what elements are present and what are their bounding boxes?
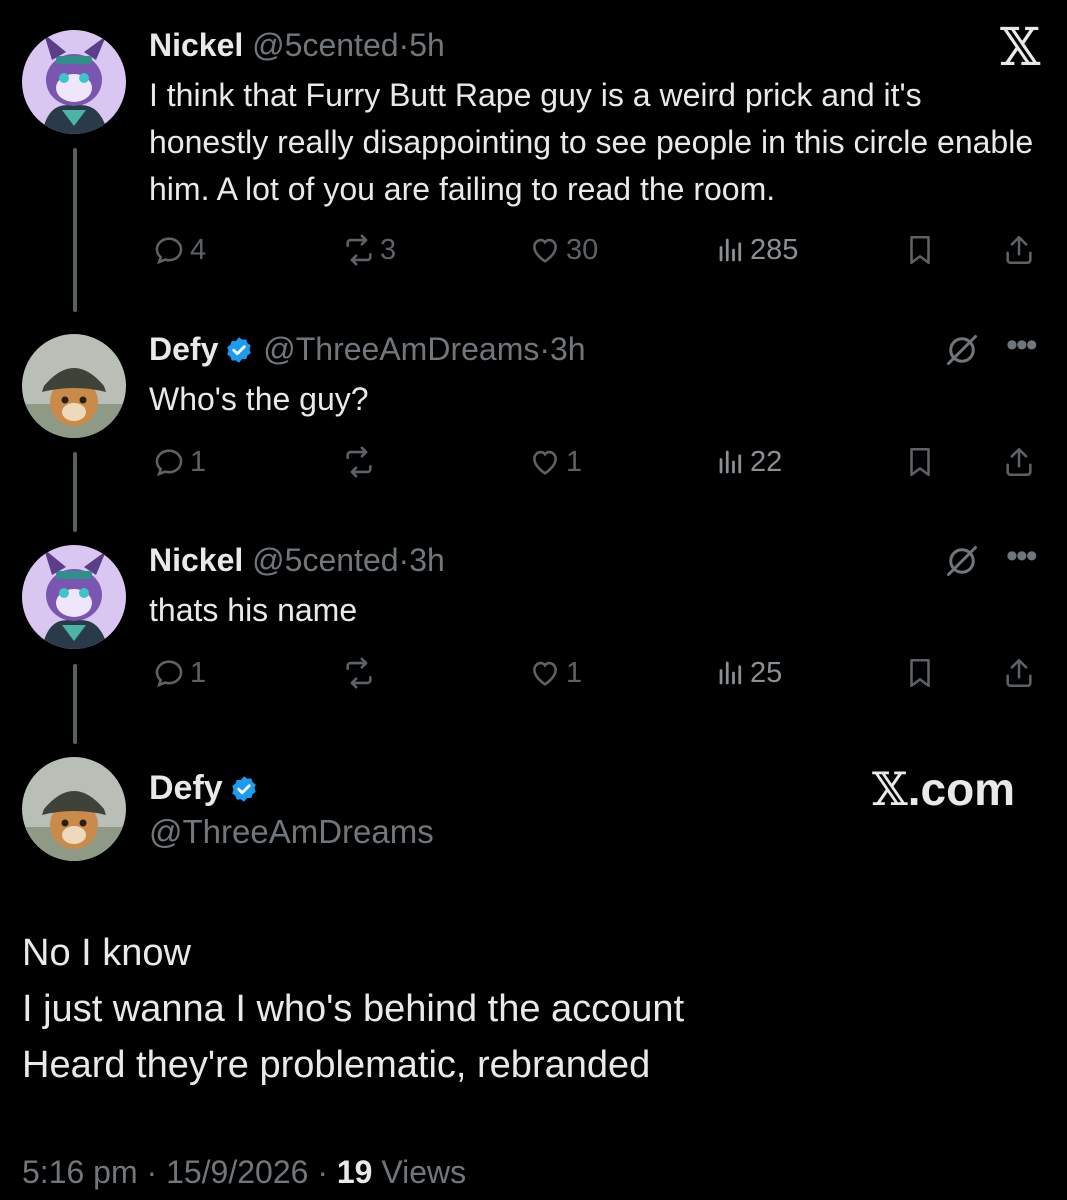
author-handle[interactable]: @5cented — [252, 542, 398, 578]
avatar[interactable] — [22, 30, 126, 134]
tweet-metadata: 5:16 pm · 15/9/2026 · 19 Views — [22, 1152, 466, 1192]
reply-count: 4 — [190, 233, 207, 266]
main-author-handle[interactable]: @ThreeAmDreams — [149, 812, 434, 852]
post-time[interactable]: 5:16 pm — [22, 1154, 138, 1190]
more-options-icon[interactable]: ••• — [1006, 539, 1038, 573]
reply-icon — [155, 237, 183, 265]
tweet-line: I just wanna I who's behind the account — [22, 988, 685, 1030]
like-button[interactable]: 1 — [528, 653, 582, 693]
heart-icon — [533, 450, 557, 475]
author-name[interactable]: Nickel — [149, 542, 243, 578]
cat-avatar-image — [22, 334, 126, 438]
cat-avatar-image — [22, 757, 126, 861]
separator: · — [398, 27, 410, 63]
furry-avatar-image — [22, 30, 126, 134]
reply-button[interactable]: 1 — [152, 653, 206, 693]
avatar[interactable] — [22, 334, 126, 438]
like-button[interactable]: 30 — [528, 230, 598, 270]
thread-line — [73, 148, 77, 312]
thread-line — [73, 452, 77, 532]
view-count: 22 — [750, 445, 783, 478]
share-icon — [1006, 658, 1032, 688]
main-author-name[interactable]: Defy — [149, 768, 259, 808]
share-button[interactable] — [1002, 230, 1036, 270]
author-name[interactable]: Defy — [149, 769, 223, 807]
separator: · — [398, 542, 410, 578]
bookmark-icon — [910, 447, 930, 477]
separator: · — [146, 1154, 158, 1190]
timestamp[interactable]: 5h — [409, 27, 445, 63]
share-icon — [1006, 235, 1032, 265]
reply-icon — [155, 449, 183, 477]
grok-icon[interactable] — [944, 543, 980, 579]
verified-badge-icon[interactable] — [229, 774, 259, 804]
tweet-text: thats his name — [149, 592, 358, 628]
timestamp[interactable]: 3h — [550, 331, 586, 367]
view-count: 25 — [750, 656, 783, 689]
author-handle[interactable]: @ThreeAmDreams — [263, 331, 539, 367]
views-icon — [719, 450, 742, 474]
reply-count: 1 — [190, 656, 207, 689]
tweet-line: No I know — [22, 932, 191, 974]
like-button[interactable]: 1 — [528, 442, 582, 482]
tweet-header: Defy @ThreeAmDreams·3h — [149, 329, 586, 369]
tweet-line: Heard they're problematic, rebranded — [22, 1044, 651, 1086]
x-com-watermark: 𝕏.com — [872, 762, 1015, 816]
tweet-text: I think that Furry Butt Rape guy is a we… — [149, 77, 1034, 207]
repost-count: 3 — [380, 233, 397, 266]
x-logo-icon[interactable]: 𝕏 — [1000, 22, 1040, 74]
x-logo-icon: 𝕏 — [872, 762, 908, 816]
views-button[interactable]: 22 — [716, 442, 782, 482]
grok-icon[interactable] — [944, 332, 980, 368]
separator: · — [317, 1154, 328, 1190]
repost-icon — [346, 657, 372, 689]
author-name[interactable]: Defy — [149, 331, 218, 367]
heart-icon — [533, 661, 557, 686]
repost-icon — [346, 446, 372, 478]
avatar[interactable] — [22, 545, 126, 649]
like-count: 1 — [566, 656, 583, 689]
heart-icon — [533, 238, 557, 263]
post-date[interactable]: 15/9/2026 — [166, 1154, 308, 1190]
bookmark-icon — [910, 235, 930, 265]
view-count: 285 — [750, 233, 799, 266]
views-icon — [719, 661, 742, 685]
views-button[interactable]: 25 — [716, 653, 782, 693]
bookmark-button[interactable] — [903, 442, 937, 482]
reply-button[interactable]: 4 — [152, 230, 206, 270]
verified-badge-icon[interactable] — [224, 335, 254, 365]
repost-button[interactable] — [342, 653, 380, 693]
timestamp[interactable]: 3h — [409, 542, 445, 578]
share-icon — [1006, 447, 1032, 477]
repost-button[interactable] — [342, 442, 380, 482]
share-button[interactable] — [1002, 653, 1036, 693]
views-count: 19 — [336, 1154, 373, 1190]
furry-avatar-image — [22, 545, 126, 649]
reply-icon — [155, 660, 183, 688]
author-name[interactable]: Nickel — [149, 27, 243, 63]
views-icon — [719, 238, 742, 262]
reply-button[interactable]: 1 — [152, 442, 206, 482]
avatar[interactable] — [22, 757, 126, 861]
like-count: 30 — [566, 233, 599, 266]
repost-icon — [346, 234, 372, 266]
tweet-header: Nickel @5cented·3h — [149, 540, 445, 580]
tweet-text: Who's the guy? — [149, 381, 369, 417]
reply-count: 1 — [190, 445, 207, 478]
share-button[interactable] — [1002, 442, 1036, 482]
watermark-domain: .com — [907, 763, 1016, 815]
repost-button[interactable]: 3 — [342, 230, 396, 270]
more-options-icon[interactable]: ••• — [1006, 328, 1038, 362]
author-handle[interactable]: @5cented — [252, 27, 398, 63]
bookmark-button[interactable] — [903, 230, 937, 270]
bookmark-button[interactable] — [903, 653, 937, 693]
separator: · — [539, 331, 550, 367]
views-label: Views — [381, 1154, 467, 1190]
bookmark-icon — [910, 658, 930, 688]
views-button[interactable]: 285 — [716, 230, 798, 270]
like-count: 1 — [566, 445, 583, 478]
thread-line — [73, 664, 77, 744]
main-tweet-text: No I know I just wanna I who's behind th… — [22, 925, 684, 1093]
tweet-header: Nickel @5cented·5h — [149, 25, 445, 65]
